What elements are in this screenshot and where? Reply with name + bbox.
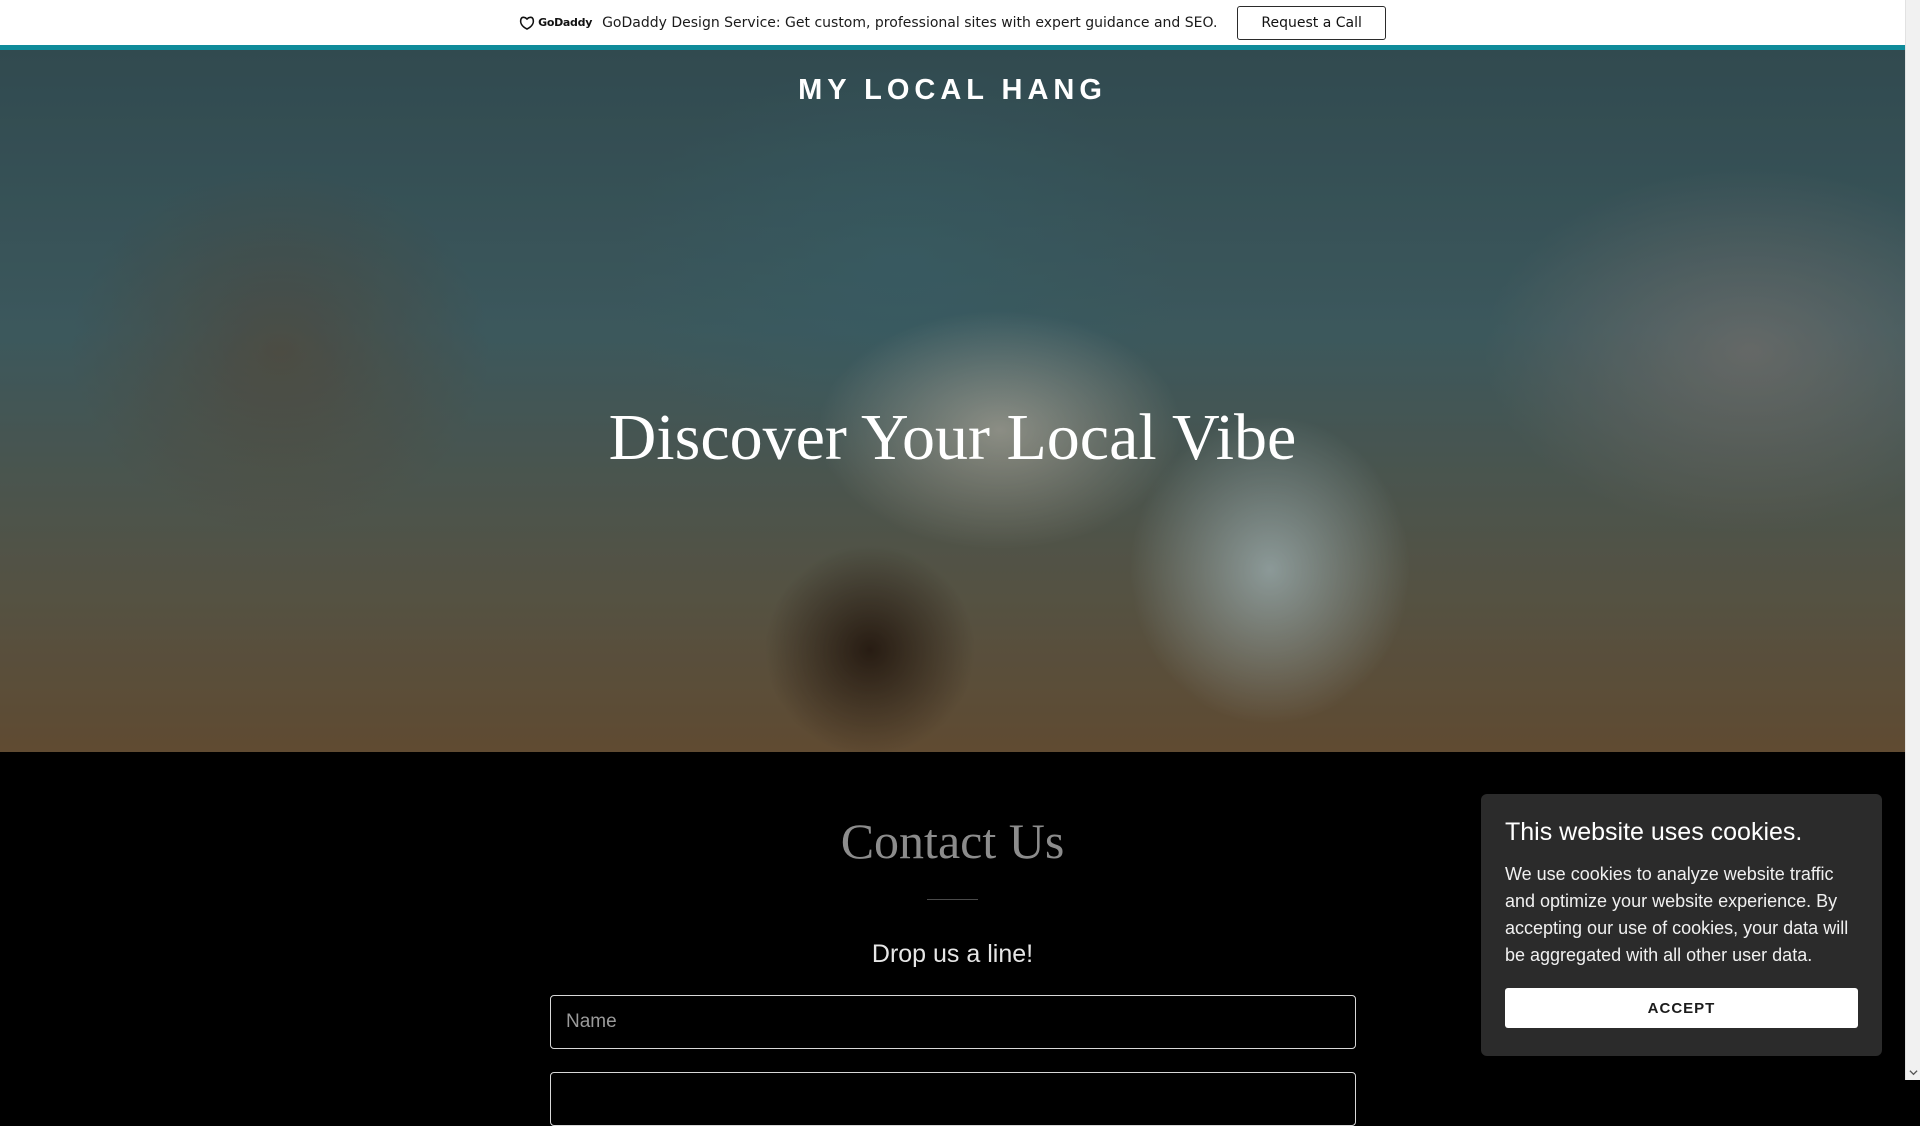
request-call-button[interactable]: Request a Call <box>1237 5 1386 40</box>
promo-message: GoDaddy Design Service: Get custom, prof… <box>602 14 1218 31</box>
cookie-text: We use cookies to analyze website traffi… <box>1505 864 1849 965</box>
scroll-down-icon[interactable] <box>1909 1068 1918 1077</box>
page-scrollbar[interactable] <box>1905 0 1920 1080</box>
promo-bar: GoDaddy GoDaddy Design Service: Get cust… <box>0 0 1905 45</box>
godaddy-logo-icon <box>519 16 535 30</box>
cookie-title: This website uses cookies. <box>1505 818 1803 846</box>
email-input[interactable] <box>550 1072 1356 1126</box>
hero-heading: Discover Your Local Vibe <box>608 401 1297 474</box>
accept-cookies-button[interactable]: ACCEPT <box>1505 988 1858 1028</box>
godaddy-logo-text: GoDaddy <box>538 16 593 29</box>
godaddy-logo[interactable]: GoDaddy <box>519 16 592 30</box>
name-input[interactable] <box>550 995 1356 1049</box>
site-title[interactable]: MY LOCAL HANG <box>0 74 1905 107</box>
cookie-banner: This website uses cookies. We use cookie… <box>1481 794 1882 1056</box>
section-divider <box>927 899 978 900</box>
hero-section: MY LOCAL HANG Discover Your Local Vibe <box>0 50 1905 752</box>
